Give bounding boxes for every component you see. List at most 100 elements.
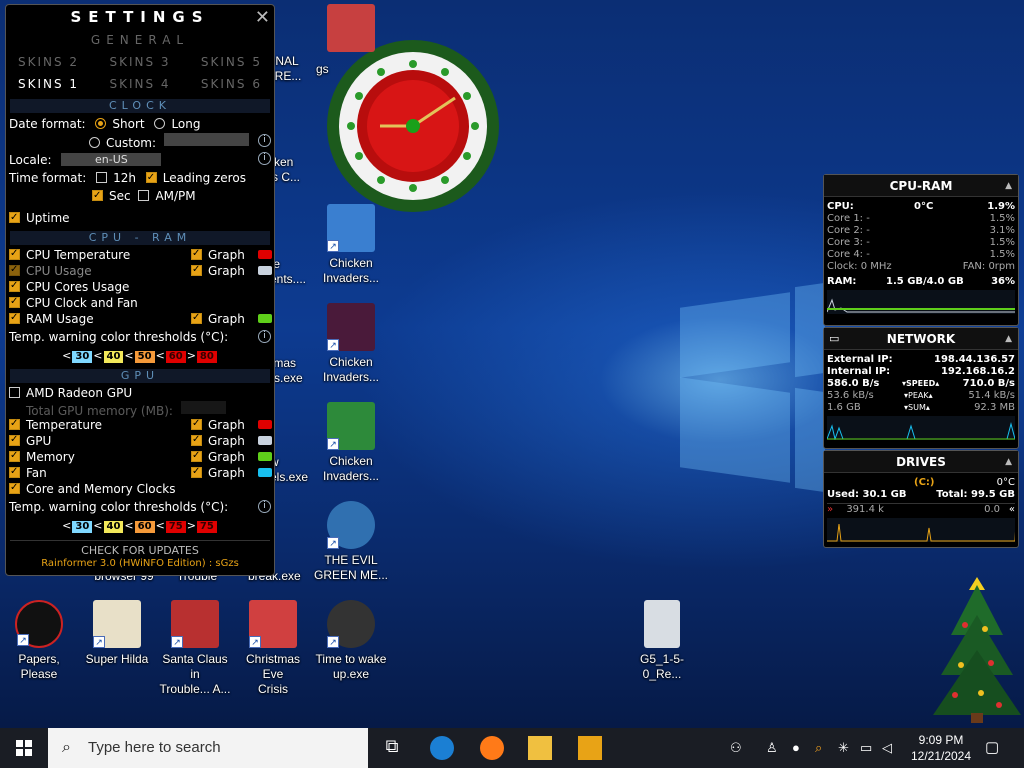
gpu-total-memory-input[interactable] <box>180 401 226 414</box>
cpu-temperature-checkbox[interactable]: CPU Temperature <box>9 246 130 262</box>
firefox-icon[interactable] <box>480 736 504 760</box>
gpu-fan-checkbox[interactable]: Fan <box>9 464 47 480</box>
notifications-icon[interactable]: ▢ <box>985 738 999 756</box>
check-updates-button[interactable]: CHECK FOR UPDATES <box>6 544 274 557</box>
gpu-threshold-3[interactable]: 60 <box>134 521 155 533</box>
write-speed: 0.0 <box>984 504 1000 515</box>
cpu-usage-checkbox[interactable]: CPU Usage <box>9 262 92 278</box>
tab-skins-1[interactable]: SKINS 1 <box>18 77 79 91</box>
cpu-threshold-5[interactable]: 80 <box>196 351 217 363</box>
date-format-label: Date format: <box>9 117 86 131</box>
locale-input[interactable]: en-US <box>61 153 162 166</box>
santa-face-icon: ↗ <box>249 600 297 648</box>
desktop-icon-g5-folder[interactable]: G5_1-5-0_Re... <box>622 600 702 682</box>
ram-usage-checkbox[interactable]: RAM Usage <box>9 310 94 326</box>
desktop-icon[interactable]: gs <box>312 4 390 76</box>
ram-color-swatch[interactable] <box>258 314 272 323</box>
cpu-usage-color-swatch[interactable] <box>258 266 272 275</box>
desktop-icon-chicken-invaders[interactable]: ↗ Chicken Invaders... <box>312 204 390 286</box>
desktop-icon-evil-green[interactable]: ↗ THE EVIL GREEN ME... <box>312 501 390 583</box>
tab-general[interactable]: GENERAL <box>91 33 189 47</box>
cpu-temp-color-swatch[interactable] <box>258 250 272 259</box>
date-short-radio[interactable]: Short <box>95 117 145 131</box>
droplet-icon[interactable]: ● <box>792 740 800 755</box>
amd-radeon-gpu-checkbox[interactable]: AMD Radeon GPU <box>9 386 132 400</box>
info-icon[interactable]: i <box>258 152 271 165</box>
date-long-radio[interactable]: Long <box>154 117 200 131</box>
task-view-icon[interactable]: ⧉ <box>380 736 404 760</box>
tab-skins-4[interactable]: SKINS 4 <box>109 77 170 91</box>
gpu-gpu-color-swatch[interactable] <box>258 436 272 445</box>
gpu-threshold-4[interactable]: 75 <box>165 521 186 533</box>
system-clock[interactable]: 9:09 PM 12/21/2024 <box>903 732 979 764</box>
ram-graph-checkbox[interactable]: Graph <box>191 310 245 327</box>
core-memory-clocks-checkbox[interactable]: Core and Memory Clocks <box>9 480 175 496</box>
core-temp: - <box>866 225 870 236</box>
collapse-icon[interactable]: ▲ <box>1005 451 1012 473</box>
cpu-temp-graph-checkbox[interactable]: Graph <box>191 246 245 263</box>
christmas-clock-gadget[interactable] <box>305 38 520 218</box>
leading-zeros-checkbox[interactable]: Leading zeros <box>145 169 246 187</box>
custom-date-input[interactable] <box>163 133 249 146</box>
time-to-wake-up-icon: ↗ <box>327 600 375 648</box>
desktop-icon-super-hilda[interactable]: ↗ Super Hilda <box>78 600 156 667</box>
time-12h-checkbox[interactable]: 12h <box>96 171 136 185</box>
desktop-icon-chicken-invaders[interactable]: ↗ Chicken Invaders... <box>312 402 390 484</box>
gpu-memory-color-swatch[interactable] <box>258 452 272 461</box>
tab-skins-6[interactable]: SKINS 6 <box>201 77 262 91</box>
cpu-ram-section-header: CPU - RAM <box>10 231 270 245</box>
sec-checkbox[interactable]: Sec <box>92 187 131 205</box>
desktop-icon-time-to-wake-up[interactable]: ↗ Time to wake up.exe <box>312 600 390 682</box>
uptime-checkbox[interactable]: Uptime <box>9 209 70 227</box>
network-tray-icon[interactable]: ▭ <box>860 740 872 756</box>
info-icon[interactable]: i <box>258 134 271 147</box>
sparkle-icon[interactable]: ✳ <box>838 740 849 756</box>
desktop-icon-papers-please[interactable]: ↗ Papers, Please <box>0 600 78 682</box>
close-icon[interactable]: ✕ <box>255 7 270 28</box>
gpu-temperature-checkbox[interactable]: Temperature <box>9 416 102 432</box>
file-explorer-icon[interactable] <box>528 736 552 760</box>
info-icon[interactable]: i <box>258 330 271 343</box>
collapse-icon[interactable]: ▲ <box>1005 328 1012 350</box>
gpu-threshold-1[interactable]: 30 <box>72 521 93 533</box>
tab-skins-2[interactable]: SKINS 2 <box>18 55 79 69</box>
cpu-threshold-3[interactable]: 50 <box>134 351 155 363</box>
tab-skins-5[interactable]: SKINS 5 <box>201 55 262 69</box>
internet-explorer-icon[interactable] <box>430 736 454 760</box>
gpu-threshold-5[interactable]: 75 <box>196 521 217 533</box>
hwinfo-icon[interactable]: ⌕ <box>815 740 822 756</box>
media-player-icon[interactable] <box>578 736 602 760</box>
gpu-gpu-checkbox[interactable]: GPU <box>9 432 51 448</box>
people-icon[interactable]: ⚇ <box>730 740 742 756</box>
ampm-checkbox[interactable]: AM/PM <box>138 189 196 203</box>
cpu-threshold-1[interactable]: 30 <box>72 351 93 363</box>
gpu-temp-graph-checkbox[interactable]: Graph <box>191 416 245 433</box>
user-network-icon[interactable]: ♙ <box>766 740 778 756</box>
desktop-icon-chicken-invaders[interactable]: ↗ Chicken Invaders... <box>312 303 390 385</box>
date-custom-radio[interactable]: Custom: <box>89 136 156 150</box>
external-ip-label: External IP: <box>827 354 893 365</box>
start-button[interactable] <box>0 728 48 768</box>
cpu-cores-usage-checkbox[interactable]: CPU Cores Usage <box>9 278 129 294</box>
search-box[interactable]: ⌕ Type here to search <box>48 728 368 768</box>
tab-skins-3[interactable]: SKINS 3 <box>109 55 170 69</box>
gpu-fan-color-swatch[interactable] <box>258 468 272 477</box>
gpu-gpu-graph-checkbox[interactable]: Graph <box>191 432 245 449</box>
volume-muted-icon[interactable]: ◁ <box>882 740 892 756</box>
cpu-usage-graph-checkbox[interactable]: Graph <box>191 262 245 279</box>
ram-value: 1.5 GB/4.0 GB <box>886 276 964 287</box>
gpu-memory-graph-checkbox[interactable]: Graph <box>191 448 245 465</box>
cpu-clock-fan-checkbox[interactable]: CPU Clock and Fan <box>9 294 138 310</box>
gpu-memory-checkbox[interactable]: Memory <box>9 448 75 464</box>
gpu-threshold-2[interactable]: 40 <box>103 521 124 533</box>
gpu-temp-color-swatch[interactable] <box>258 420 272 429</box>
core-value: 1.5% <box>989 237 1015 248</box>
gpu-fan-graph-checkbox[interactable]: Graph <box>191 464 245 481</box>
cpu-threshold-2[interactable]: 40 <box>103 351 124 363</box>
desktop-icon-christmas-eve-crisis[interactable]: ↗ Christmas Eve Crisis <box>234 600 312 697</box>
cpu-threshold-4[interactable]: 60 <box>165 351 186 363</box>
desktop-icon-santa-claus[interactable]: ↗ Santa Claus in Trouble... A... <box>156 600 234 697</box>
info-icon[interactable]: i <box>258 500 271 513</box>
desktop-icon-label: Papers, Please <box>18 652 60 681</box>
collapse-icon[interactable]: ▲ <box>1005 175 1012 197</box>
